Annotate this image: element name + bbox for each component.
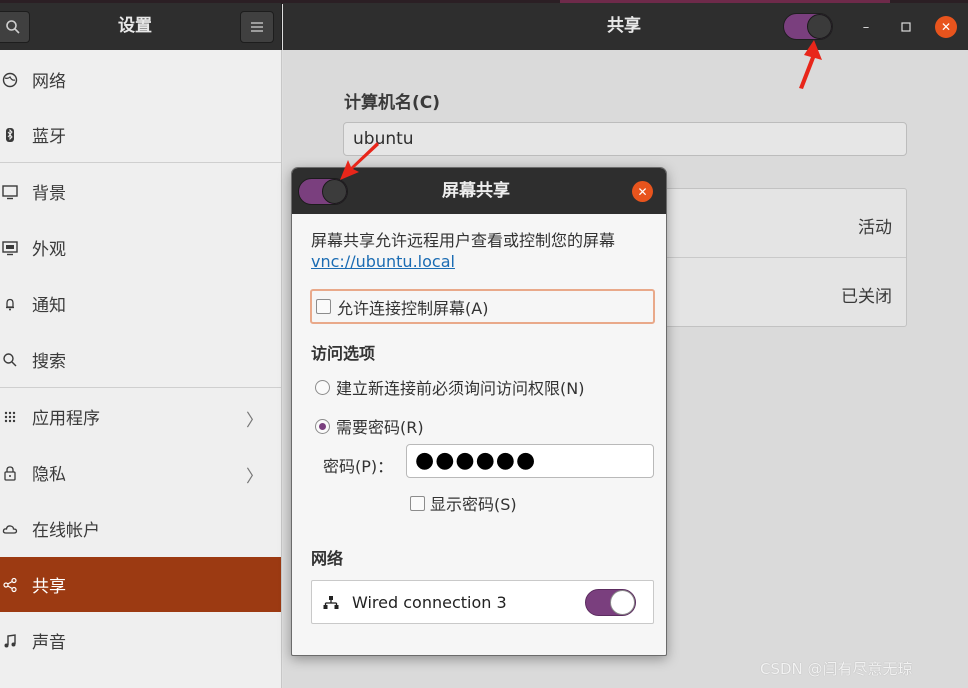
sidebar-item-label: 声音 [32, 633, 66, 653]
lock-icon [4, 465, 16, 481]
radio-label: 需要密码(R) [336, 418, 424, 437]
apps-grid-icon [4, 411, 16, 422]
show-password-row[interactable]: 显示密码(S) [410, 491, 517, 515]
minimize-icon: – [862, 19, 870, 35]
minimize-button[interactable]: – [855, 16, 877, 38]
screen-sharing-toggle[interactable] [298, 178, 348, 205]
sidebar-item-label: 通知 [32, 296, 66, 316]
sidebar-item-notifications[interactable]: 通知 [0, 276, 281, 331]
password-label: 密码(P)： [323, 457, 394, 476]
sidebar-divider [0, 162, 281, 163]
chevron-right-icon: 〉 [246, 467, 263, 487]
bluetooth-icon [6, 127, 14, 142]
sidebar-item-label: 共享 [32, 577, 66, 597]
dialog-title: 屏幕共享 [442, 181, 510, 201]
network-connection-toggle[interactable] [585, 589, 636, 616]
sidebar-header: 设置 [0, 3, 282, 50]
radio-require-password[interactable]: 需要密码(R) [315, 414, 424, 438]
dialog-description: 屏幕共享允许远程用户查看或控制您的屏幕 [311, 231, 616, 250]
network-icon [2, 72, 18, 87]
search-icon [3, 352, 17, 366]
sidebar-item-network[interactable]: 网络 [0, 52, 281, 107]
share-icon [3, 577, 17, 592]
password-input[interactable]: ●●●●●● [406, 444, 654, 478]
service-status: 已关闭 [841, 287, 892, 307]
chevron-right-icon: 〉 [246, 411, 263, 431]
sidebar-item-privacy[interactable]: 隐私 〉 [0, 445, 281, 500]
maximize-button[interactable] [895, 16, 917, 38]
radio-button[interactable] [315, 379, 330, 395]
sidebar-item-label: 在线帐户 [32, 521, 100, 541]
maximize-icon [901, 22, 911, 32]
close-icon: ✕ [940, 20, 952, 34]
toggle-knob [610, 590, 635, 615]
content-header: 共享 – ✕ [283, 3, 968, 50]
search-icon [6, 20, 20, 34]
radio-ask-access[interactable]: 建立新连接前必须询问访问权限(N) [315, 375, 584, 399]
close-icon: ✕ [637, 184, 648, 199]
appearance-icon [2, 240, 18, 255]
network-heading: 网络 [311, 549, 344, 568]
sidebar-item-background[interactable]: 背景 [0, 164, 281, 219]
sidebar-item-search[interactable]: 搜索 [0, 332, 281, 387]
sidebar-item-sound[interactable]: 声音 [0, 613, 281, 668]
show-password-checkbox[interactable] [410, 495, 425, 511]
allow-control-label: 允许连接控制屏幕(A) [337, 298, 489, 318]
watermark: CSDN @闫有尽意无琼 [760, 660, 913, 678]
annotation-arrow-icon [340, 142, 379, 180]
screen-sharing-dialog: 屏幕共享 ✕ 屏幕共享允许远程用户查看或控制您的屏幕 vnc://ubuntu.… [291, 167, 667, 656]
sidebar: 网络 蓝牙 背景 外观 通知 搜索 应用程序 〉 隐私 〉 在线帐户 共享 声音 [0, 50, 282, 688]
sidebar-item-bluetooth[interactable]: 蓝牙 [0, 107, 281, 162]
sidebar-item-online-accounts[interactable]: 在线帐户 [0, 501, 281, 556]
computer-name-label: 计算机名(C) [344, 93, 441, 113]
hamburger-icon [251, 22, 263, 32]
dialog-close-button[interactable]: ✕ [632, 181, 653, 202]
bell-icon [6, 298, 14, 310]
cloud-icon [2, 524, 18, 534]
sidebar-item-label: 应用程序 [32, 409, 100, 429]
sidebar-item-applications[interactable]: 应用程序 〉 [0, 389, 281, 444]
toggle-knob [322, 179, 347, 204]
window-close-button[interactable]: ✕ [935, 16, 957, 38]
sidebar-item-sharing[interactable]: 共享 [0, 557, 281, 612]
page-title: 共享 [607, 16, 641, 36]
show-password-label: 显示密码(S) [430, 495, 517, 514]
service-status: 活动 [858, 218, 892, 238]
sidebar-item-label: 搜索 [32, 352, 66, 372]
sidebar-item-appearance[interactable]: 外观 [0, 220, 281, 275]
toggle-knob [807, 14, 832, 39]
sharing-master-toggle[interactable] [783, 13, 833, 40]
sidebar-item-label: 蓝牙 [32, 127, 66, 147]
access-options-heading: 访问选项 [311, 344, 376, 363]
allow-control-checkbox-row[interactable]: 允许连接控制屏幕(A) [310, 289, 655, 324]
sidebar-item-label: 外观 [32, 240, 66, 260]
network-connection-name: Wired connection 3 [352, 593, 507, 612]
wired-network-icon [323, 596, 339, 609]
computer-name-input[interactable]: ubuntu [343, 122, 907, 156]
allow-control-checkbox[interactable] [316, 299, 331, 314]
vnc-address-link[interactable]: vnc://ubuntu.local [311, 252, 455, 271]
menu-button[interactable] [240, 11, 274, 43]
annotation-arrow-icon [799, 40, 822, 89]
sidebar-item-label: 背景 [32, 184, 66, 204]
sidebar-item-label: 隐私 [32, 465, 66, 485]
background-icon [2, 184, 18, 199]
search-button[interactable] [0, 11, 30, 43]
radio-label: 建立新连接前必须询问访问权限(N) [336, 379, 585, 398]
settings-title: 设置 [118, 16, 152, 36]
music-note-icon [4, 633, 16, 647]
network-connection-row: Wired connection 3 [311, 580, 654, 624]
sidebar-item-label: 网络 [32, 72, 66, 92]
sidebar-divider [0, 387, 281, 388]
radio-button[interactable] [315, 418, 330, 434]
